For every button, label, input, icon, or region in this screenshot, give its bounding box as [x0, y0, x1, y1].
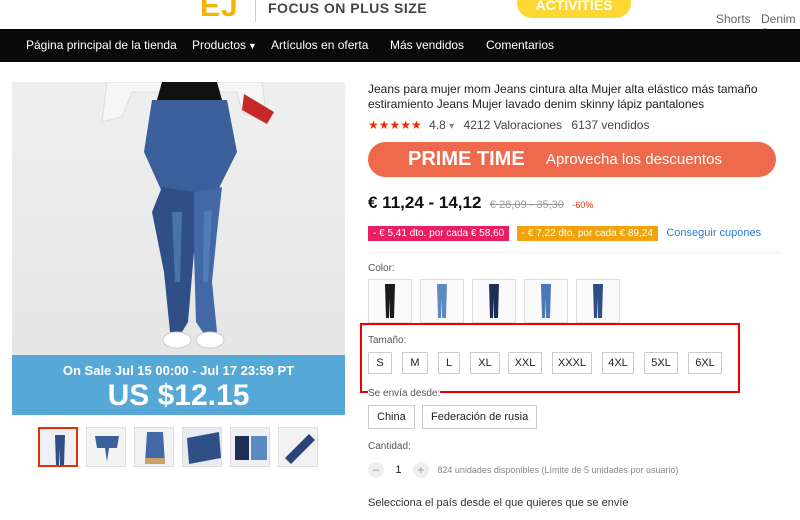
color-swatch-5[interactable]: [576, 279, 620, 323]
current-price: € 11,24 - 14,12: [368, 193, 482, 212]
rating-stars-icon: ★★★★★: [368, 118, 422, 132]
coupon-row: - € 5,41 dto. por cada € 58,60 - € 7,22 …: [368, 223, 761, 241]
size-label: Tamaño:: [368, 335, 407, 346]
nav-item-deals[interactable]: Artículos en oferta: [271, 38, 368, 52]
thumbnail-3[interactable]: [134, 427, 174, 467]
main-product-image[interactable]: On Sale Jul 15 00:00 - Jul 17 23:59 PT U…: [12, 82, 345, 415]
quantity-value[interactable]: 1: [388, 464, 408, 476]
sold-count: 6137 vendidos: [571, 118, 650, 132]
size-option-4xl[interactable]: 4XL: [602, 352, 634, 374]
header-divider: [255, 0, 256, 22]
get-coupons-link[interactable]: Conseguir cupones: [666, 227, 761, 239]
rating-row: ★★★★★ 4.8 ▾ 4212 Valoraciones 6137 vendi…: [368, 118, 649, 132]
ship-from-option-russia[interactable]: Federación de rusia: [422, 405, 538, 429]
reviews-count[interactable]: 4212 Valoraciones: [464, 118, 563, 132]
chevron-down-icon: ▼: [248, 41, 257, 51]
header-link-denim[interactable]: Denim S: [761, 12, 800, 29]
coupon-badge[interactable]: - € 7,22 dto. por cada € 89,24: [516, 226, 658, 241]
ship-from-option-china[interactable]: China: [368, 405, 415, 429]
color-label: Color:: [368, 263, 395, 274]
discount-badge: -60%: [572, 200, 594, 210]
nav-item-bestsellers[interactable]: Más vendidos: [390, 38, 464, 52]
coupon-badge[interactable]: - € 5,41 dto. por cada € 58,60: [368, 226, 510, 241]
ship-country-text: Selecciona el país desde el que quieres …: [368, 497, 629, 509]
activities-button[interactable]: ACTIVITIES: [517, 0, 631, 18]
sale-promo-band: On Sale Jul 15 00:00 - Jul 17 23:59 PT U…: [12, 355, 345, 415]
size-option-5xl[interactable]: 5XL: [644, 352, 678, 374]
quantity-decrease-button[interactable]: −: [368, 461, 384, 478]
color-swatch-1[interactable]: [368, 279, 412, 323]
color-swatch-4[interactable]: [524, 279, 568, 323]
store-slogan: FOCUS ON PLUS SIZE: [268, 0, 428, 16]
store-logo[interactable]: EJ: [200, 0, 239, 24]
quantity-availability: 824 unidades disponibles (Límite de 5 un…: [437, 464, 679, 475]
size-option-xl[interactable]: XL: [470, 352, 500, 374]
prime-time-title: PRIME TIME: [408, 148, 525, 170]
quantity-stepper: − 1 + 824 unidades disponibles (Límite d…: [368, 461, 679, 479]
prime-time-subtitle: Aprovecha los descuentos: [546, 151, 722, 168]
prime-time-banner[interactable]: PRIME TIME Aprovecha los descuentos: [368, 142, 776, 177]
price-row: € 11,24 - 14,12 € 28,09 - 35,30 -60%: [368, 193, 593, 213]
thumbnail-6[interactable]: [278, 427, 318, 467]
ship-from-label: Se envía desde:: [368, 388, 441, 399]
nav-item-home[interactable]: Página principal de la tienda: [26, 38, 177, 52]
color-swatch-2[interactable]: [420, 279, 464, 323]
product-title: Jeans para mujer mom Jeans cintura alta …: [368, 82, 758, 111]
original-price: € 28,09 - 35,30: [489, 199, 564, 211]
header-link-shorts[interactable]: Shorts: [716, 12, 751, 26]
thumbnail-1[interactable]: [38, 427, 78, 467]
nav-item-products[interactable]: Productos ▼: [192, 38, 257, 52]
size-option-xxl[interactable]: XXL: [508, 352, 542, 374]
size-option-l[interactable]: L: [438, 352, 460, 374]
quantity-increase-button[interactable]: +: [412, 461, 429, 478]
chevron-down-icon[interactable]: ▾: [449, 121, 454, 132]
thumbnail-4[interactable]: [182, 427, 222, 467]
sale-period-text: On Sale Jul 15 00:00 - Jul 17 23:59 PT: [62, 363, 295, 378]
color-swatch-3[interactable]: [472, 279, 516, 323]
divider: [368, 252, 780, 253]
size-option-s[interactable]: S: [368, 352, 392, 374]
sale-price-text: US $12.15: [107, 379, 250, 412]
size-option-m[interactable]: M: [402, 352, 428, 374]
size-option-xxxl[interactable]: XXXL: [552, 352, 592, 374]
thumbnail-5[interactable]: [230, 427, 270, 467]
store-nav: Página principal de la tienda Productos ▼…: [0, 29, 800, 62]
nav-item-reviews[interactable]: Comentarios: [486, 38, 554, 52]
size-option-6xl[interactable]: 6XL: [688, 352, 722, 374]
quantity-label: Cantidad:: [368, 441, 411, 452]
thumbnail-2[interactable]: [86, 427, 126, 467]
nav-item-label: Productos: [192, 38, 247, 52]
store-header: EJ FOCUS ON PLUS SIZE ACTIVITIES Shorts …: [0, 0, 800, 29]
rating-value[interactable]: 4.8: [429, 118, 446, 132]
